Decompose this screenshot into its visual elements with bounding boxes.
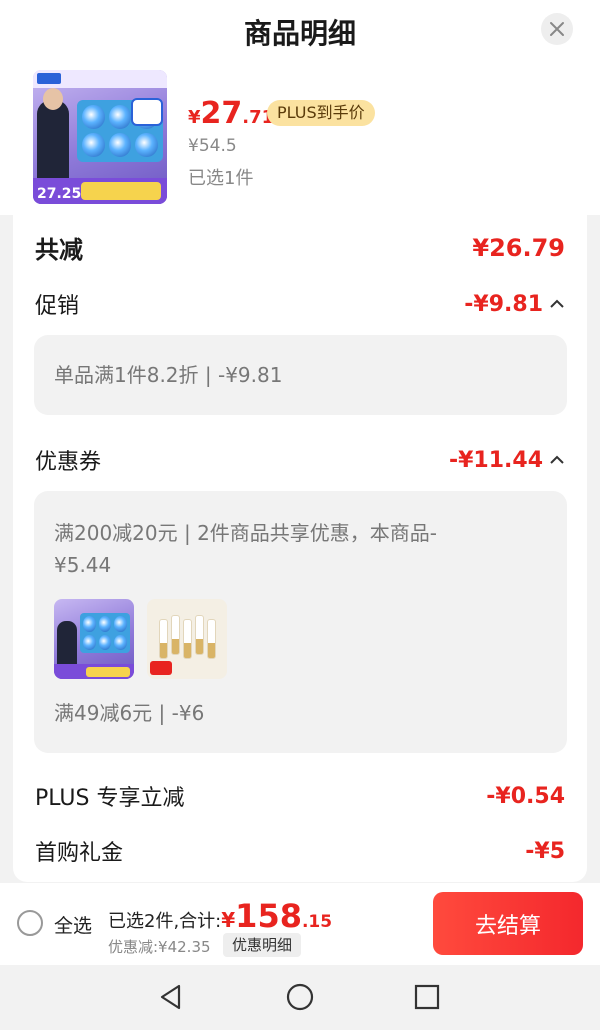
promotion-detail-box: 单品满1件8.2折 | -¥9.81 <box>34 335 567 415</box>
coupon-label: 优惠券 <box>35 450 102 475</box>
coupon-detail-box: 满200减20元 | 2件商品共享优惠，本商品-¥5.44 满49减6元 | -… <box>34 491 567 753</box>
coupon-row[interactable]: 优惠券 -¥11.44 <box>35 444 565 476</box>
sheet-header: 商品明细 27.25 ¥27.71 PLUS到手价 ¥54.5 已选1件 <box>0 0 600 215</box>
discount-detail-button[interactable]: 优惠明细 <box>223 933 302 957</box>
first-purchase-amount: -¥5 <box>525 838 565 864</box>
discount-breakdown-card: 共减 ¥26.79 促销 -¥9.81 单品满1件8.2折 | -¥9.81 优… <box>13 215 587 882</box>
saving-text: 优惠减:¥42.35 <box>108 938 211 956</box>
product-image: 27.25 <box>33 70 167 204</box>
first-purchase-row: 首购礼金 -¥5 <box>35 835 565 867</box>
nav-back-button[interactable] <box>155 981 187 1013</box>
coupon-product-image-2 <box>147 599 227 679</box>
cart-footer: 全选 已选2件,合计: ¥158.15 优惠减:¥42.35 优惠明细 去结算 <box>0 883 600 965</box>
product-price: ¥27.71 <box>188 96 275 131</box>
coupon-product-image-1 <box>54 599 134 679</box>
coupon-detail-1: 满200减20元 | 2件商品共享优惠，本商品-¥5.44 <box>54 521 438 577</box>
plus-discount-row: PLUS 专享立减 -¥0.54 <box>35 780 565 812</box>
close-icon <box>550 22 564 36</box>
coupon-amount: -¥11.44 <box>448 447 543 473</box>
total-discount-amount: ¥26.79 <box>472 233 565 262</box>
system-navigation-bar <box>0 965 600 1030</box>
back-triangle-icon <box>160 984 181 1010</box>
home-circle-icon <box>286 983 314 1011</box>
checkout-button[interactable]: 去结算 <box>433 892 583 955</box>
product-detail-sheet: 商品明细 27.25 ¥27.71 PLUS到手价 ¥54.5 已选1件 共减 … <box>0 0 600 885</box>
plus-discount-amount: -¥0.54 <box>486 783 565 809</box>
recent-square-icon <box>414 984 440 1010</box>
close-button[interactable] <box>541 13 573 45</box>
nav-recent-button[interactable] <box>411 981 443 1013</box>
promotion-detail: 单品满1件8.2折 | -¥9.81 <box>54 363 283 387</box>
promotion-row[interactable]: 促销 -¥9.81 <box>35 288 565 320</box>
cart-summary: 已选2件,合计: ¥158.15 <box>108 897 333 935</box>
coupon-detail-2: 满49减6元 | -¥6 <box>54 701 205 725</box>
select-all-radio[interactable] <box>17 910 43 936</box>
select-all-label[interactable]: 全选 <box>54 911 92 938</box>
chevron-up-icon[interactable] <box>549 298 565 310</box>
selected-count: 已选1件 <box>188 168 254 189</box>
first-purchase-label: 首购礼金 <box>35 841 124 866</box>
total-discount-label: 共减 <box>35 236 83 264</box>
nav-home-button[interactable] <box>284 981 316 1013</box>
brand-logo <box>37 73 61 84</box>
cart-total: 158 <box>235 897 302 935</box>
chevron-up-icon[interactable] <box>549 454 565 466</box>
plus-price-badge: PLUS到手价 <box>267 100 375 126</box>
total-discount-row: 共减 ¥26.79 <box>35 230 565 265</box>
promotion-label: 促销 <box>35 294 80 319</box>
original-price: ¥54.5 <box>188 136 237 156</box>
image-price-text: 27.25 <box>37 186 82 202</box>
plus-discount-label: PLUS 专享立减 <box>35 786 185 811</box>
summary-prefix: 已选2件,合计: <box>108 911 222 932</box>
promotion-amount: -¥9.81 <box>464 291 543 317</box>
sheet-title: 商品明细 <box>243 17 356 50</box>
